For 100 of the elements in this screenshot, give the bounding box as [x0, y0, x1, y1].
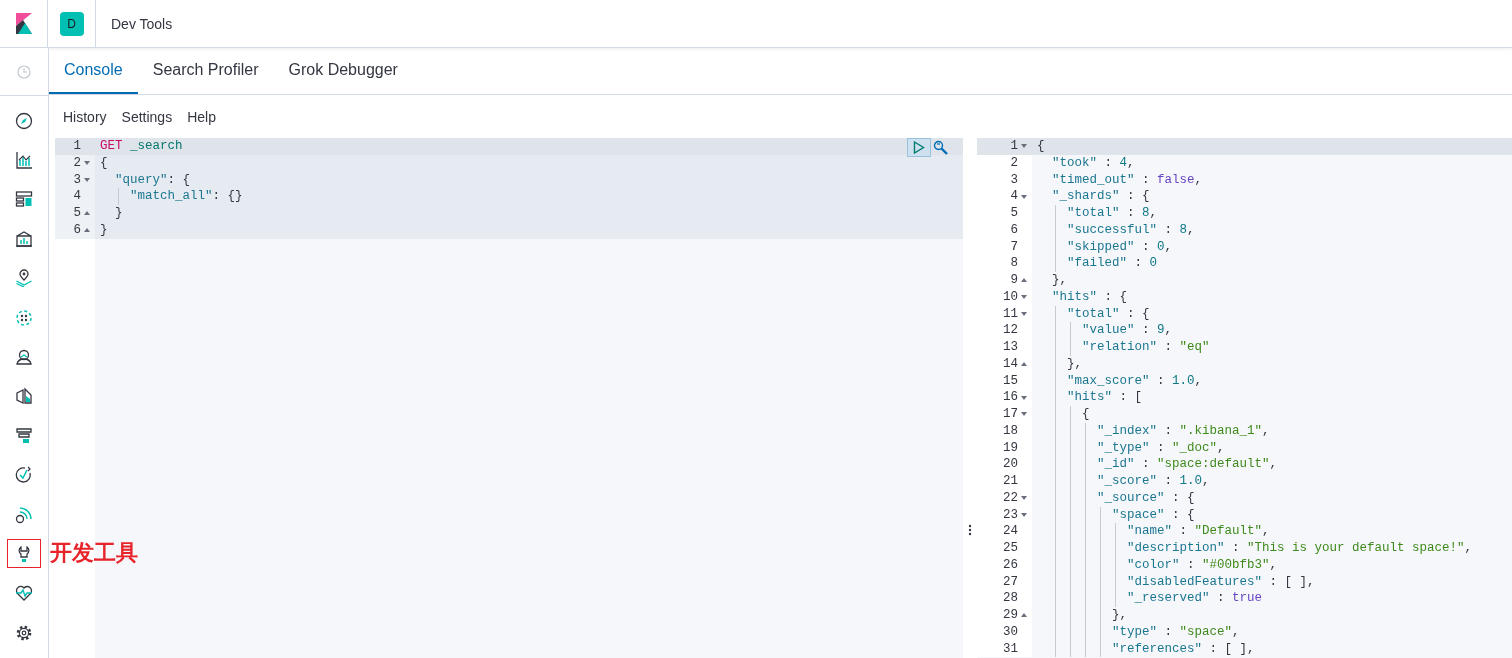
line-number: 5	[73, 205, 82, 222]
code-line: "relation" : "eq"	[1081, 340, 1210, 354]
line-number: 7	[1010, 238, 1019, 256]
funnel-icon[interactable]	[15, 426, 33, 445]
annotation-label: 开发工具	[50, 539, 138, 568]
line-number: 2	[1010, 154, 1019, 172]
fold-arrow-icon[interactable]	[1021, 412, 1027, 417]
shapes-icon[interactable]	[15, 387, 33, 406]
line-number: 17	[1003, 406, 1019, 423]
tab[interactable]: Grok Debugger	[273, 48, 413, 94]
code-line: "_reserved" : true	[1126, 591, 1263, 606]
line-number: 1	[73, 138, 82, 155]
bar-chart-icon[interactable]	[15, 151, 33, 170]
line-number: 14	[1003, 355, 1019, 373]
line-number: 19	[1003, 439, 1019, 457]
map-pin-icon[interactable]	[15, 269, 33, 288]
line-number: 4	[73, 188, 82, 205]
line-number: 27	[1003, 573, 1019, 591]
code-line: }	[100, 222, 108, 237]
drag-handle-icon[interactable]	[968, 524, 972, 536]
code-line: "value" : 9,	[1081, 323, 1173, 338]
play-icon	[913, 141, 925, 154]
dotted-circle-icon[interactable]	[15, 308, 33, 327]
line-number: 25	[1003, 540, 1019, 557]
code-line: "_id" : "space:default",	[1096, 457, 1278, 472]
signal-icon[interactable]	[15, 505, 33, 524]
fold-arrow-icon[interactable]	[1021, 311, 1027, 316]
code-line: "successful" : 8,	[1066, 222, 1195, 237]
compass-icon[interactable]	[15, 111, 33, 130]
fold-arrow-icon[interactable]	[84, 211, 90, 216]
line-number: 13	[1003, 339, 1019, 356]
building-icon[interactable]	[15, 229, 33, 248]
code-line: "max_score" : 1.0,	[1066, 373, 1203, 388]
fold-arrow-icon[interactable]	[1021, 295, 1027, 300]
page-title: Dev Tools	[110, 15, 173, 32]
code-line: "timed_out" : false,	[1051, 172, 1203, 187]
code-line: "query": {	[114, 172, 191, 187]
line-number: 6	[1010, 221, 1019, 239]
code-line: },	[1066, 356, 1082, 371]
line-number: 18	[1003, 422, 1019, 440]
code-line: "_index" : ".kibana_1",	[1096, 423, 1270, 438]
fold-arrow-icon[interactable]	[84, 161, 90, 166]
tab[interactable]: Search Profiler	[137, 48, 274, 94]
tab[interactable]: Console	[49, 48, 138, 94]
line-number: 3	[73, 171, 82, 189]
line-number: 21	[1003, 473, 1019, 490]
line-number: 12	[1003, 322, 1019, 339]
layout-icon[interactable]	[15, 190, 33, 209]
fold-arrow-icon[interactable]	[84, 228, 90, 233]
space-avatar[interactable]: D	[59, 11, 84, 36]
code-line: "_source" : {	[1096, 490, 1195, 505]
fold-arrow-icon[interactable]	[1021, 278, 1027, 283]
code-line: "type" : "space",	[1111, 624, 1240, 639]
fold-arrow-icon[interactable]	[1021, 496, 1027, 501]
code-line: "skipped" : 0,	[1066, 239, 1173, 254]
menu-link[interactable]: History	[63, 108, 107, 125]
code-line: {	[1081, 407, 1090, 421]
line-number: 31	[1003, 640, 1019, 658]
code-line: }	[114, 206, 123, 220]
code-line: "description" : "This is your default space!",	[1126, 541, 1473, 555]
fold-arrow-icon[interactable]	[1021, 613, 1027, 618]
menu-link[interactable]: Help	[187, 108, 216, 125]
code-line: "disabledFeatures" : [ ],	[1126, 574, 1315, 589]
heart-pulse-icon[interactable]	[15, 584, 33, 603]
line-number: 29	[1003, 607, 1019, 624]
code-line: "_score" : 1.0,	[1096, 474, 1210, 488]
code-line: GET _search	[100, 139, 183, 153]
code-line: "hits" : {	[1051, 289, 1128, 304]
code-line: "failed" : 0	[1066, 256, 1158, 271]
line-number: 2	[73, 154, 82, 172]
line-number: 5	[1010, 205, 1019, 222]
line-number: 30	[1003, 623, 1019, 641]
line-number: 9	[1010, 272, 1019, 289]
code-line: {	[100, 155, 108, 170]
check-circle-icon[interactable]	[15, 466, 33, 485]
fold-arrow-icon[interactable]	[1021, 194, 1027, 199]
line-number: 15	[1003, 372, 1019, 390]
code-line: "hits" : [	[1066, 390, 1143, 405]
code-line: "references" : [ ],	[1111, 641, 1255, 656]
line-number: 26	[1003, 556, 1019, 574]
line-number: 1	[1010, 138, 1019, 155]
menu-link[interactable]: Settings	[121, 108, 173, 125]
user-icon[interactable]	[15, 348, 33, 367]
fold-arrow-icon[interactable]	[84, 177, 90, 182]
settings-icon[interactable]	[15, 623, 33, 642]
code-line: "_shards" : {	[1051, 189, 1150, 204]
line-number: 4	[1010, 188, 1019, 205]
fold-arrow-icon[interactable]	[1021, 362, 1027, 367]
code-line: "name" : "Default",	[1126, 524, 1270, 539]
code-line: {	[1037, 139, 1045, 153]
fold-arrow-icon[interactable]	[1021, 512, 1027, 517]
line-number: 23	[1003, 506, 1019, 524]
code-line: "color" : "#00bfb3",	[1126, 557, 1278, 572]
line-number: 8	[1010, 255, 1019, 272]
fold-arrow-icon[interactable]	[1021, 144, 1027, 149]
run-button[interactable]	[907, 138, 931, 157]
request-block[interactable]: 1 GET _search 2 { 3 "query": { 4 "match_all": {} 5 } 6 }	[55, 138, 963, 239]
logo-icon[interactable]	[15, 13, 32, 34]
fold-arrow-icon[interactable]	[1021, 395, 1027, 400]
line-number: 3	[1010, 171, 1019, 189]
